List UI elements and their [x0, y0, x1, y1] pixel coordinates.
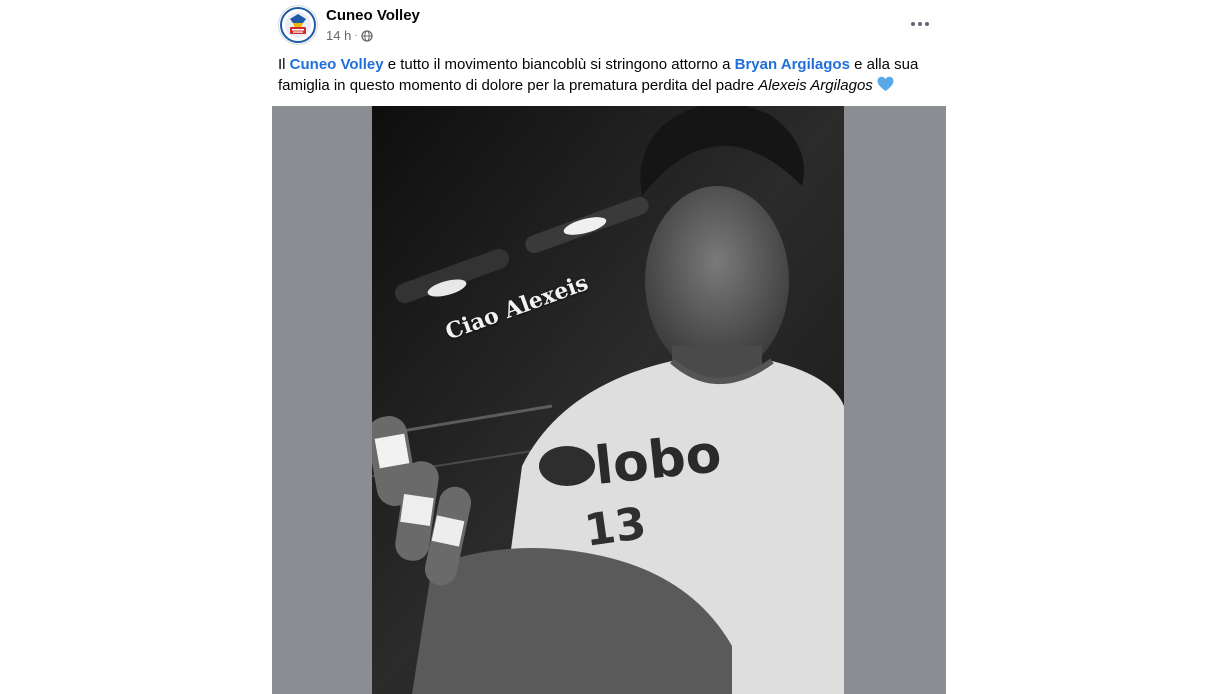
globe-icon[interactable]	[361, 29, 373, 42]
caption-text: e tutto il movimento biancoblù si string…	[383, 56, 735, 73]
caption-italic-name: Alexeis Argilagos	[758, 77, 873, 94]
more-options-icon	[911, 22, 915, 26]
blue-heart-icon	[877, 76, 894, 91]
post-meta: 14 h ·	[326, 28, 373, 43]
cuneo-volley-logo	[280, 7, 316, 43]
post-header: Cuneo Volley 14 h ·	[272, 0, 946, 50]
player-photo: lobo 13	[372, 106, 844, 694]
meta-separator: ·	[354, 30, 358, 41]
bryan-argilagos-mention[interactable]: Bryan Argilagos	[735, 56, 850, 73]
jersey-number: 13	[581, 498, 649, 557]
post-media[interactable]: lobo 13 Ciao Alexeis	[272, 106, 946, 694]
post-photo[interactable]: lobo 13 Ciao Alexeis	[372, 106, 844, 694]
more-options-button[interactable]	[902, 8, 938, 40]
caption-text: Il	[278, 56, 290, 73]
page-avatar[interactable]	[278, 5, 318, 45]
facebook-post: Cuneo Volley 14 h · Il Cuneo Volley e tu…	[272, 0, 946, 694]
post-timestamp[interactable]: 14 h	[326, 28, 351, 43]
more-options-icon	[918, 22, 922, 26]
page-name-link[interactable]: Cuneo Volley	[326, 7, 420, 24]
post-caption: Il Cuneo Volley e tutto il movimento bia…	[278, 54, 938, 96]
cuneo-volley-mention[interactable]: Cuneo Volley	[290, 56, 384, 73]
more-options-icon	[925, 22, 929, 26]
